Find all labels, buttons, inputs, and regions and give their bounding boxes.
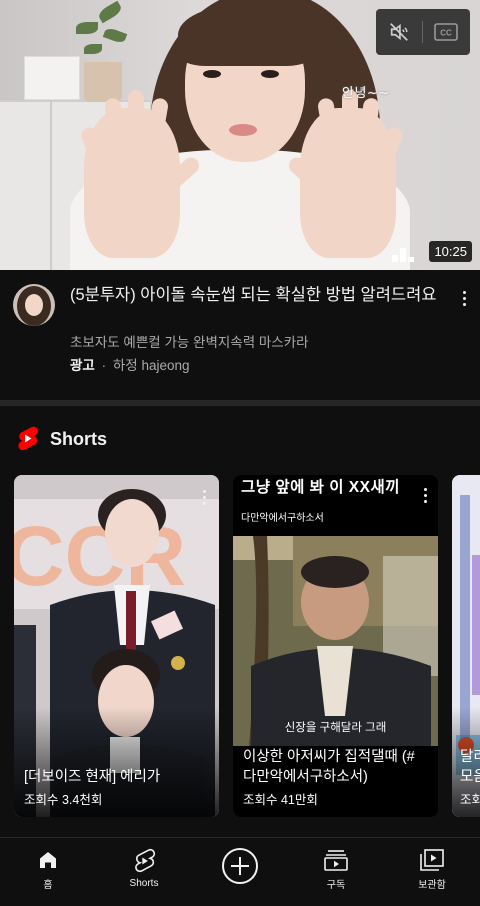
short-video-subtitle: 신장을 구해달라 그래 [284,722,387,734]
short-top-caption: 그냥 앞에 봐 이 XX새끼 [241,479,400,496]
ad-signal-icon [392,248,414,262]
video-overlay-caption: 안녕~~ [342,86,390,101]
subscriptions-icon [324,850,348,871]
short-sub-caption: 다만악에서구하소서 [241,513,324,524]
nav-shorts[interactable]: Shorts [96,838,192,898]
short-title: 이상한 아저씨가 집적댈때 (#다만악에서구하소서) [243,749,415,785]
nav-library[interactable]: 보관함 [384,838,480,898]
ad-channel-name: 하정 hajeong [112,358,190,373]
shorts-card[interactable]: CCR [더보이즈 현재] 에리가 조회수 3.4천회 [14,475,219,817]
closed-captions-icon: CC [434,23,458,41]
short-view-count: 조회 [460,793,480,807]
short-view-count: 조회수 41만회 [243,793,318,807]
shorts-header: Shorts [16,424,107,454]
card-thumbnail [233,536,438,746]
meta-separator: · [101,358,107,373]
ad-info-row[interactable]: (5분투자) 아이돌 속눈썹 되는 확실한 방법 알려드려요 초보자도 예쁜컬 … [0,270,480,400]
short-view-count: 조회수 3.4천회 [24,793,103,807]
shorts-logo-icon [18,426,38,451]
ad-badge: 광고 [70,358,95,373]
section-divider [0,400,480,406]
ad-more-options-button[interactable] [454,286,474,310]
more-vert-icon [462,290,466,294]
ad-meta-line: 광고 · 하정 hajeong [70,354,190,374]
bottom-navigation: 홈 Shorts 구독 보관함 [0,837,480,906]
ad-video-player[interactable]: 안녕~~ CC 10:25 [0,0,480,270]
home-icon [40,852,56,868]
svg-text:CC: CC [440,29,452,38]
short-title: 달리 모음 [460,749,480,785]
ad-video-title[interactable]: (5분투자) 아이돌 속눈썹 되는 확실한 방법 알려드려요 [70,284,440,307]
library-icon [420,849,444,871]
shorts-card[interactable]: 그냥 앞에 봐 이 XX새끼 다만악에서구하소서 신장을 구해달라 그래 이상한… [233,475,438,817]
nav-label: 구독 [326,880,346,891]
nav-create[interactable] [192,838,288,898]
video-duration-badge: 10:25 [429,241,472,262]
short-more-options-button[interactable] [415,483,435,507]
nav-label: 보관함 [418,880,446,891]
volume-muted-icon [390,23,408,41]
create-icon [222,848,258,884]
nav-home[interactable]: 홈 [0,838,96,898]
nav-label: Shorts [129,878,159,889]
shorts-icon [135,848,155,873]
channel-avatar[interactable] [13,284,55,326]
short-more-options-button[interactable] [194,485,214,509]
shorts-section-title: Shorts [50,428,108,449]
ad-video-subtitle: 초보자도 예쁜컬 가능 완벽지속력 마스카라 [70,335,309,350]
captions-button[interactable]: CC [423,9,469,55]
more-vert-icon [202,489,206,493]
mute-button[interactable] [376,9,422,55]
more-vert-icon [423,487,427,491]
nav-label: 홈 [43,880,53,891]
short-title: [더보이즈 현재] 에리가 [24,769,161,785]
shorts-card[interactable]: 달리 모음 조회 [452,475,480,817]
video-controls: CC [376,9,470,55]
nav-subscriptions[interactable]: 구독 [288,838,384,898]
